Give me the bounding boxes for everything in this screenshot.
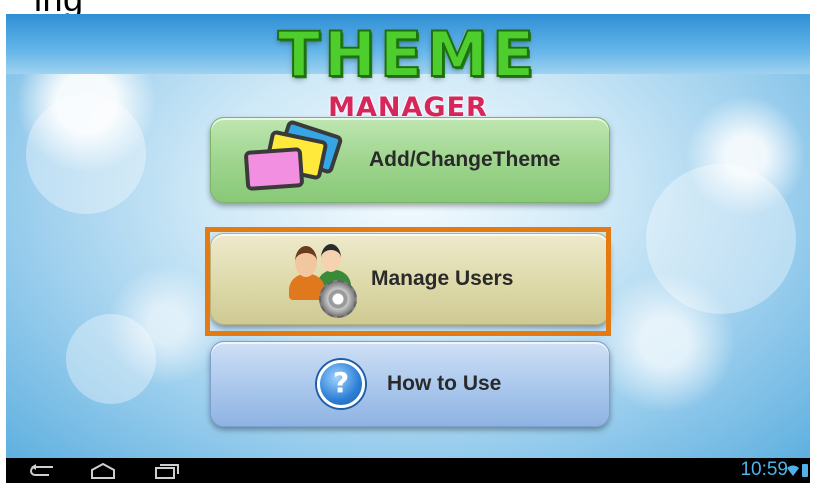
- manage-users-button[interactable]: Manage Users: [210, 233, 610, 325]
- home-icon[interactable]: [88, 462, 118, 479]
- help-icon: ?: [317, 360, 365, 408]
- background-bubble: [646, 164, 796, 314]
- manage-users-label: Manage Users: [371, 267, 514, 290]
- back-icon[interactable]: [26, 462, 56, 479]
- background-bubble: [66, 314, 156, 404]
- how-to-use-button[interactable]: ? How to Use: [210, 341, 610, 427]
- tablets-icon: [239, 119, 349, 197]
- system-nav-bar: 10:59: [6, 458, 810, 483]
- how-to-use-label: How to Use: [387, 372, 502, 395]
- add-change-theme-button[interactable]: Add/ChangeTheme: [210, 117, 610, 203]
- users-gear-icon: [289, 240, 359, 318]
- battery-icon: [802, 464, 808, 477]
- status-clock: 10:59: [740, 459, 788, 480]
- app-title: THEME: [277, 17, 539, 92]
- wifi-icon: [787, 464, 799, 482]
- recent-apps-icon[interactable]: [152, 462, 182, 479]
- add-change-theme-label: Add/ChangeTheme: [369, 148, 561, 171]
